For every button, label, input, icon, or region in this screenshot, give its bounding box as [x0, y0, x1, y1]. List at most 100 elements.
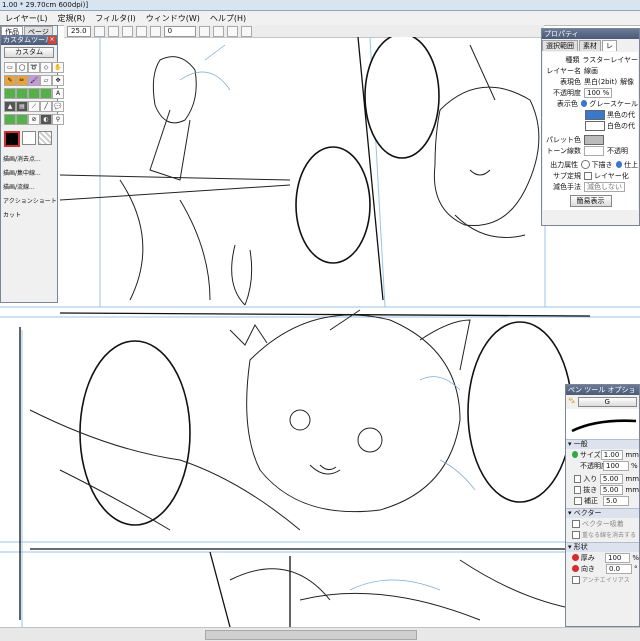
- menu-window[interactable]: ウィンドウ(W): [146, 13, 200, 24]
- layer-name-value[interactable]: 線画: [584, 66, 598, 76]
- zoom-tool-icon[interactable]: ⚲: [52, 114, 64, 125]
- balloon-icon[interactable]: 💬: [52, 101, 64, 112]
- zoom-up-icon[interactable]: [107, 25, 119, 37]
- radio-icon[interactable]: [580, 100, 588, 107]
- preset-select[interactable]: カスタム: [4, 47, 54, 58]
- eraser-icon[interactable]: ▱: [40, 75, 52, 86]
- checkbox[interactable]: [572, 530, 580, 539]
- ellipse-select-icon[interactable]: ◯: [16, 62, 28, 73]
- color-mode-label: 表現色: [560, 77, 581, 86]
- pencil-icon[interactable]: ✏: [16, 75, 28, 86]
- blur-icon[interactable]: ◐: [40, 114, 52, 125]
- palette-swatch[interactable]: [584, 134, 604, 145]
- pen-opacity-field[interactable]: 100: [603, 460, 629, 471]
- text-icon[interactable]: A: [52, 88, 64, 99]
- display-color-label: 表示色: [556, 99, 578, 108]
- pen-preset-select[interactable]: G: [577, 397, 637, 407]
- simple-display-button[interactable]: 簡易表示: [569, 195, 612, 207]
- out-field[interactable]: 5.00: [599, 484, 624, 495]
- actual-size-icon[interactable]: [135, 25, 147, 37]
- thickness-dot-icon: [572, 554, 579, 561]
- rotate-field[interactable]: 0: [163, 25, 196, 37]
- menu-help[interactable]: ヘルプ(H): [210, 13, 246, 24]
- palette-label: パレット色: [546, 135, 581, 144]
- thickness-unit: %: [632, 553, 639, 562]
- brush-icon[interactable]: 🖌: [28, 75, 40, 86]
- white-replace-swatch[interactable]: [585, 120, 605, 131]
- black-replace-swatch[interactable]: [585, 109, 605, 120]
- tab-material[interactable]: 素材: [579, 40, 601, 51]
- menu-layer[interactable]: レイヤー(L): [5, 13, 47, 24]
- tab-layer[interactable]: レ: [602, 40, 617, 51]
- thickness-field[interactable]: 100: [604, 552, 631, 563]
- tone-icon-4[interactable]: [40, 88, 52, 99]
- action-item[interactable]: 描画/消去点...: [3, 153, 57, 167]
- checkbox[interactable]: [584, 171, 592, 180]
- sub-color-swatch[interactable]: [22, 131, 36, 145]
- vector-section[interactable]: ▾ ベクター: [566, 508, 639, 518]
- opacity-field[interactable]: 100 %: [584, 87, 613, 98]
- checkbox[interactable]: [574, 485, 582, 494]
- tone-opacity-label: 不透明: [607, 146, 628, 155]
- output-finish: 仕上: [624, 160, 639, 169]
- checkbox[interactable]: [574, 496, 582, 505]
- tab-page[interactable]: ページ: [24, 26, 53, 36]
- polygon-select-icon[interactable]: ◇: [40, 62, 52, 73]
- checkbox[interactable]: [572, 575, 580, 584]
- fill-icon[interactable]: ▲: [4, 101, 16, 112]
- eyedropper-icon[interactable]: ⊘: [28, 114, 40, 125]
- flip-icon[interactable]: [212, 25, 224, 37]
- horizontal-scrollbar[interactable]: [0, 627, 640, 641]
- reduce-label: 減色手法: [553, 182, 581, 191]
- gradient-icon[interactable]: ▤: [16, 101, 28, 112]
- rotate-right-icon[interactable]: [198, 25, 210, 37]
- menu-ruler[interactable]: 定規(R): [57, 13, 85, 24]
- size-dot-icon: [572, 451, 578, 458]
- in-field[interactable]: 5.00: [599, 473, 624, 484]
- transparent-swatch[interactable]: [38, 131, 52, 145]
- tab-selection[interactable]: 選択範囲: [542, 40, 578, 51]
- ruler-tool-icon[interactable]: ⟋: [28, 101, 40, 112]
- tone-icon-1[interactable]: [4, 88, 16, 99]
- zoom-down-icon[interactable]: [93, 25, 105, 37]
- scrollbar-thumb[interactable]: [205, 630, 417, 640]
- pen-icon[interactable]: ✎: [4, 75, 16, 86]
- fit-page-icon[interactable]: [121, 25, 133, 37]
- color-mode-value[interactable]: 黒白(2bit): [584, 77, 617, 87]
- tone-icon-3[interactable]: [28, 88, 40, 99]
- main-color-swatch[interactable]: [4, 131, 20, 147]
- tab-works[interactable]: 作品: [1, 26, 23, 36]
- tone-icon-5[interactable]: [4, 114, 16, 125]
- correct-field[interactable]: 5.0: [603, 495, 629, 506]
- action-item[interactable]: アクションショートカット: [3, 195, 57, 223]
- line-icon[interactable]: ╱: [40, 101, 52, 112]
- in-unit: mm: [625, 474, 640, 483]
- action-item[interactable]: 描画/集中線...: [3, 167, 57, 181]
- move-icon[interactable]: ✥: [52, 75, 64, 86]
- action-item[interactable]: 描画/流線...: [3, 181, 57, 195]
- reduce-select[interactable]: 減色しない: [584, 181, 625, 192]
- radio-icon[interactable]: [615, 161, 623, 168]
- size-field[interactable]: 1.00: [600, 449, 624, 460]
- zoom-field[interactable]: 25.0: [67, 25, 91, 37]
- menu-filter[interactable]: フィルタ(I): [95, 13, 135, 24]
- correct-label: 補正: [584, 496, 598, 505]
- close-icon[interactable]: ×: [48, 36, 56, 44]
- color-swatches: [4, 131, 54, 147]
- tone-lines-field[interactable]: [584, 145, 604, 156]
- general-section[interactable]: ▾ 一般: [566, 439, 639, 449]
- tone-icon-6[interactable]: [16, 114, 28, 125]
- rect-select-icon[interactable]: ▭: [4, 62, 16, 73]
- grid-icon[interactable]: [226, 25, 238, 37]
- direction-field[interactable]: 0.0: [606, 563, 632, 574]
- checkbox[interactable]: [574, 474, 582, 483]
- radio-icon[interactable]: [581, 160, 590, 169]
- checkbox[interactable]: [572, 519, 580, 528]
- direction-label: 向き: [581, 564, 595, 573]
- rotate-left-icon[interactable]: [149, 25, 161, 37]
- lasso-icon[interactable]: ➰: [28, 62, 40, 73]
- hand-icon[interactable]: ✋: [52, 62, 64, 73]
- tone-icon-2[interactable]: [16, 88, 28, 99]
- shape-section[interactable]: ▾ 形状: [566, 542, 639, 552]
- ruler-icon[interactable]: [240, 25, 252, 37]
